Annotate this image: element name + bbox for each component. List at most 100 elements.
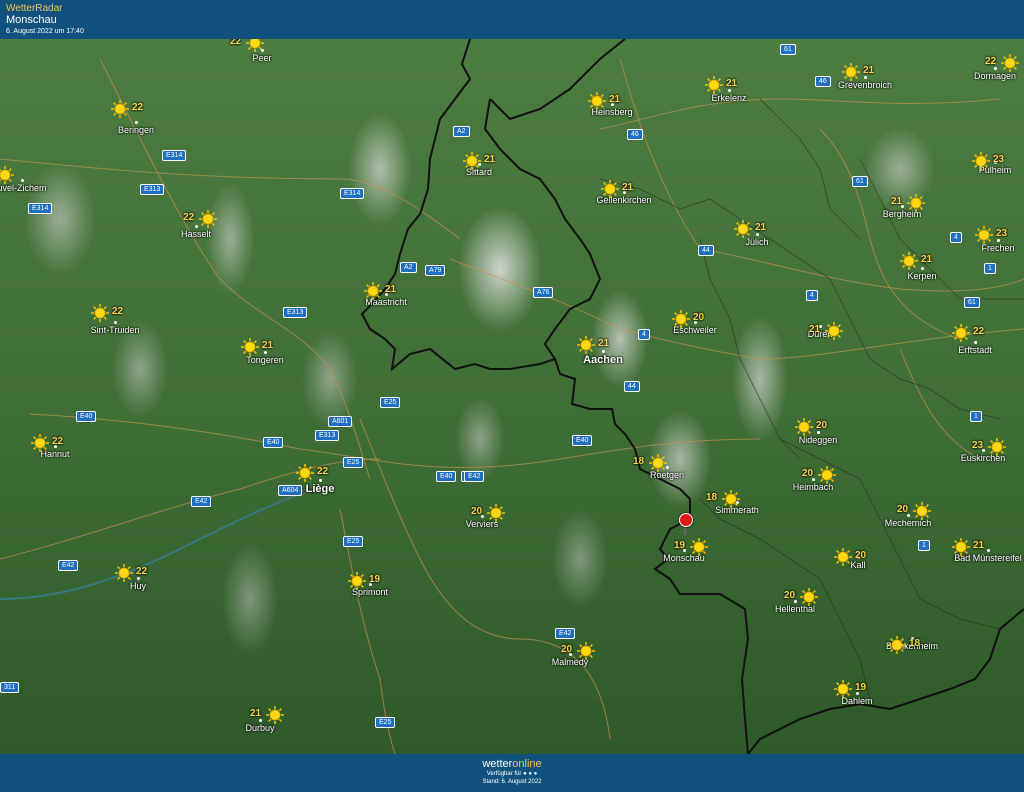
temperature-label: 21 xyxy=(973,540,985,551)
city-dot xyxy=(319,479,322,482)
city-label[interactable]: Liège xyxy=(306,483,335,495)
sun-icon xyxy=(833,547,853,567)
app-title: WetterRadar xyxy=(6,3,63,14)
road-shield: E313 xyxy=(315,430,340,441)
sun-icon xyxy=(0,165,15,185)
sun-icon xyxy=(462,151,482,171)
sun-icon xyxy=(951,537,971,557)
sun-icon xyxy=(721,489,741,509)
temperature-label: 22 xyxy=(136,566,148,577)
location-title: Monschau xyxy=(6,14,57,26)
temperature-label: 21 xyxy=(809,324,821,335)
sun-icon xyxy=(987,437,1007,457)
city-dot xyxy=(259,719,262,722)
temperature-label: 21 xyxy=(726,78,738,89)
city-dot xyxy=(994,67,997,70)
city-dot xyxy=(21,179,24,182)
road-shield: E42 xyxy=(191,496,212,507)
temperature-label: 18 xyxy=(633,456,645,467)
road-shield: E314 xyxy=(340,188,365,199)
road-shield: E313 xyxy=(283,307,308,318)
apple-icon: ● xyxy=(523,771,527,777)
road-shield: A76 xyxy=(533,287,554,298)
sun-icon xyxy=(833,679,853,699)
city-dot xyxy=(264,351,267,354)
temperature-label: 21 xyxy=(622,182,634,193)
city-dot xyxy=(974,341,977,344)
location-pin-icon[interactable] xyxy=(679,513,693,527)
sun-icon xyxy=(114,563,134,583)
city-dot xyxy=(602,350,605,353)
city-label[interactable]: Kerpen xyxy=(907,271,936,281)
city-label[interactable]: Peer xyxy=(252,53,271,63)
city-dot xyxy=(987,549,990,552)
road-shield: E25 xyxy=(380,397,401,408)
temperature-label: 22 xyxy=(112,306,124,317)
sun-icon xyxy=(704,75,724,95)
road-shield: 1 xyxy=(918,540,930,551)
city-label[interactable]: Hasselt xyxy=(181,229,211,239)
road-shield: E40 xyxy=(76,411,97,422)
temperature-label: 22 xyxy=(230,39,242,47)
sun-icon xyxy=(817,465,837,485)
city-dot xyxy=(921,267,924,270)
temperature-label: 22 xyxy=(183,212,195,223)
city-dot xyxy=(817,431,820,434)
temperature-label: 21 xyxy=(921,254,933,265)
temperature-label: 19 xyxy=(855,682,867,693)
temperature-label: 20 xyxy=(855,550,867,561)
city-dot xyxy=(137,577,140,580)
header-bar: WetterRadar Monschau 6. August 2022 um 1… xyxy=(0,0,1024,39)
sun-icon xyxy=(951,323,971,343)
city-label[interactable]: Beringen xyxy=(118,125,154,135)
radar-map[interactable]: Peer22Beringen22Hasselt22uvel-Zichem22Si… xyxy=(0,39,1024,754)
road-shield: 311 xyxy=(0,682,20,693)
temperature-label: 21 xyxy=(891,196,903,207)
temperature-label: 20 xyxy=(784,590,796,601)
road-shield: 46 xyxy=(815,76,831,87)
city-dot xyxy=(114,321,117,324)
temperature-label: 20 xyxy=(471,506,483,517)
road-shield: 61 xyxy=(964,297,980,308)
road-shield: 1 xyxy=(970,411,982,422)
road-shield: A79 xyxy=(425,265,446,276)
temperature-label: 20 xyxy=(693,312,705,323)
temperature-label: 20 xyxy=(802,468,814,479)
road-shield: 46 xyxy=(627,129,643,140)
android-icon: ● xyxy=(528,771,532,777)
sun-icon xyxy=(733,219,753,239)
road-shield: A2 xyxy=(453,126,470,137)
road-shield: 4 xyxy=(950,232,962,243)
city-dot xyxy=(756,233,759,236)
road-shield: 44 xyxy=(624,381,640,392)
road-shield: E42 xyxy=(464,471,485,482)
sun-icon xyxy=(912,501,932,521)
road-shield: E313 xyxy=(140,184,165,195)
wetteronline-logo[interactable]: wetteronline xyxy=(0,754,1024,770)
road-shield: E40 xyxy=(572,435,593,446)
sun-icon xyxy=(1000,53,1020,73)
temperature-label: 18 xyxy=(909,638,921,649)
sun-icon xyxy=(600,179,620,199)
temperature-label: 22 xyxy=(132,102,144,113)
city-label[interactable]: Sint-Truiden xyxy=(91,325,140,335)
sun-icon xyxy=(899,251,919,271)
temperature-label: 19 xyxy=(369,574,381,585)
road-shield: 4 xyxy=(638,329,650,340)
road-shield: 61 xyxy=(780,44,796,55)
sun-icon xyxy=(799,587,819,607)
sun-icon xyxy=(110,99,130,119)
sun-icon xyxy=(240,337,260,357)
sun-icon xyxy=(486,503,506,523)
road-shield: E42 xyxy=(58,560,79,571)
sun-icon xyxy=(671,309,691,329)
city-label[interactable]: Aachen xyxy=(583,354,623,366)
road-shield: E40 xyxy=(436,471,457,482)
temperature-label: 20 xyxy=(897,504,909,515)
sun-icon xyxy=(30,433,50,453)
timestamp: 6. August 2022 um 17:40 xyxy=(6,28,84,35)
sun-icon xyxy=(971,151,991,171)
road-shield: A2 xyxy=(400,262,417,273)
city-label[interactable]: Erftstadt xyxy=(958,345,992,355)
temperature-label: 21 xyxy=(863,65,875,76)
